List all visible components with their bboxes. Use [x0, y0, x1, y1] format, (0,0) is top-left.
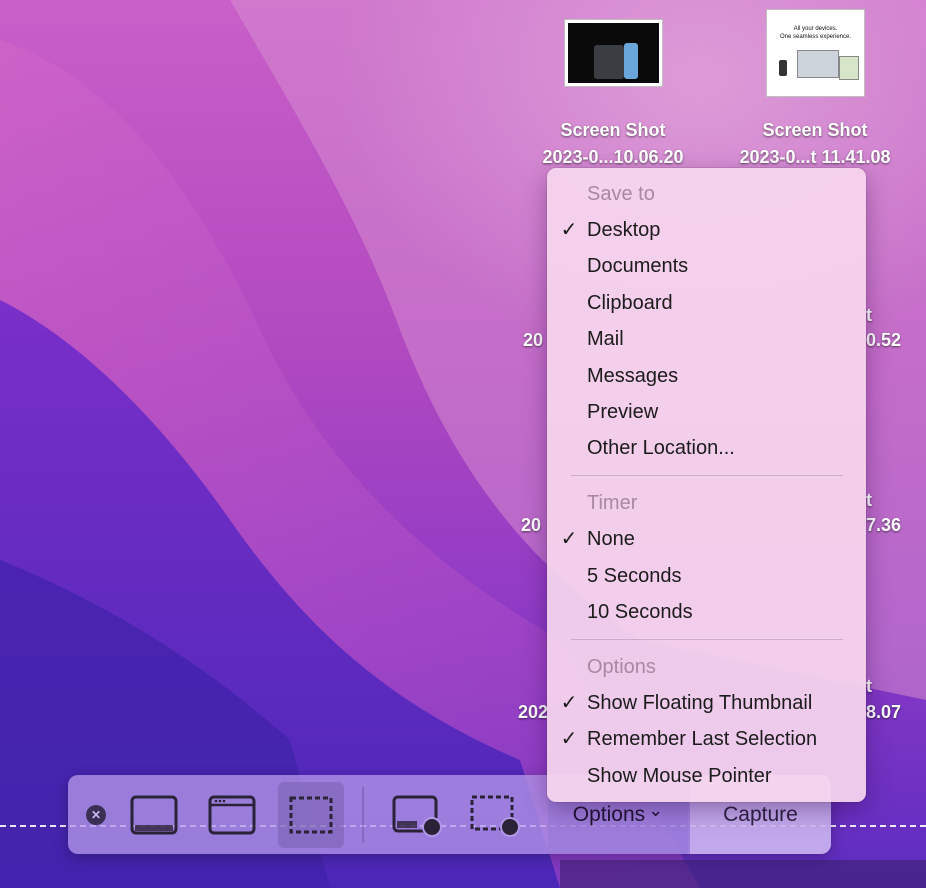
menu-item-timer-5-seconds[interactable]: 5 Seconds: [547, 559, 866, 593]
menu-section-header-options: Options: [587, 656, 656, 678]
menu-item-label: Mail: [587, 328, 624, 350]
window-icon: [208, 795, 256, 835]
file-name-line1: Screen Shot: [560, 120, 666, 140]
thumbnail-image-dark: [568, 23, 659, 83]
capture-selection-button[interactable]: [278, 782, 344, 848]
screenshot-thumbnail-1[interactable]: [564, 19, 663, 87]
menu-item-preview[interactable]: Preview: [547, 395, 866, 429]
capture-window-button[interactable]: [202, 787, 262, 843]
partial-file-label: t: [866, 676, 872, 696]
partial-file-label: 20: [521, 515, 542, 535]
entire-screen-icon: [130, 795, 178, 835]
phone-graphic-blue: [624, 43, 638, 79]
toolbar-divider: [362, 787, 364, 843]
record-entire-screen-button[interactable]: [386, 787, 450, 843]
menu-item-timer-none[interactable]: ✓ None: [547, 522, 866, 556]
menu-item-desktop[interactable]: ✓ Desktop: [547, 213, 866, 247]
menu-item-label: Desktop: [587, 219, 661, 241]
laptop-graphic: [797, 50, 839, 78]
phone-graphic: [594, 45, 624, 79]
phone-graphic-small: [779, 60, 787, 76]
menu-item-label: None: [587, 528, 635, 550]
checkmark-icon: ✓: [560, 692, 578, 714]
menu-item-documents[interactable]: Documents: [547, 249, 866, 283]
partial-file-label: t: [866, 305, 872, 325]
menu-item-show-floating-thumbnail[interactable]: ✓ Show Floating Thumbnail: [547, 686, 866, 720]
screenshot-file-1[interactable]: Screen Shot 2023-0...10.06.20: [514, 117, 712, 171]
capture-label: Capture: [723, 802, 798, 826]
menu-item-show-mouse-pointer[interactable]: Show Mouse Pointer: [547, 759, 866, 793]
menu-item-label: Messages: [587, 365, 679, 387]
record-selection-button[interactable]: [464, 787, 528, 843]
options-menu: Save to ✓ Desktop Documents Clipboard Ma…: [547, 168, 866, 802]
menu-separator: [571, 639, 843, 640]
menu-section-header-timer: Timer: [587, 492, 638, 514]
screenshot-file-2[interactable]: Screen Shot 2023-0...t 11.41.08: [716, 117, 914, 171]
file-name-line1: Screen Shot: [762, 120, 868, 140]
checkmark-icon: ✓: [560, 219, 578, 241]
file-name-line2: 2023-0...10.06.20: [542, 147, 684, 167]
menu-item-timer-10-seconds[interactable]: 10 Seconds: [547, 595, 866, 629]
thumbnail-heading: All your devices.: [793, 26, 838, 32]
menu-item-remember-last-selection[interactable]: ✓ Remember Last Selection: [547, 722, 866, 756]
checkmark-icon: ✓: [560, 728, 578, 750]
file-name-line2: 2023-0...t 11.41.08: [739, 147, 891, 167]
menu-separator: [571, 475, 843, 476]
partial-file-label: 7.36: [866, 515, 902, 535]
menu-item-label: Show Mouse Pointer: [587, 765, 772, 787]
partial-file-label: 8.07: [866, 702, 902, 722]
screenshot-thumbnail-2[interactable]: All your devices. One seamless experienc…: [766, 9, 865, 97]
partial-file-label: 202: [518, 702, 549, 722]
options-label: Options: [572, 802, 646, 826]
menu-item-messages[interactable]: Messages: [547, 359, 866, 393]
menu-item-label: Clipboard: [587, 292, 673, 314]
capture-entire-screen-button[interactable]: [124, 787, 184, 843]
tablet-graphic: [839, 56, 859, 80]
menu-item-label: Remember Last Selection: [587, 728, 818, 750]
menu-section-header-save-to: Save to: [587, 183, 655, 205]
menu-item-label: 5 Seconds: [587, 565, 682, 587]
checkmark-icon: ✓: [560, 528, 578, 550]
partial-file-label: 20: [523, 330, 544, 350]
partial-file-label: t: [866, 490, 872, 510]
menu-item-label: Preview: [587, 401, 659, 423]
menu-item-label: Show Floating Thumbnail: [587, 692, 813, 714]
selection-icon: [289, 796, 333, 834]
chevron-down-icon: ⌄: [648, 800, 664, 820]
menu-item-label: 10 Seconds: [587, 601, 693, 623]
partial-file-label: 0.52: [866, 330, 902, 350]
menu-item-clipboard[interactable]: Clipboard: [547, 286, 866, 320]
menu-item-other-location[interactable]: Other Location...: [547, 431, 866, 465]
menu-item-label: Other Location...: [587, 437, 735, 459]
close-button[interactable]: ✕: [84, 803, 108, 827]
close-icon: ✕: [86, 805, 106, 825]
record-selection-icon: [470, 795, 520, 837]
thumbnail-subheading: One seamless experience.: [779, 34, 852, 40]
record-screen-icon: [392, 795, 442, 837]
menu-item-label: Documents: [587, 255, 689, 277]
menu-item-mail[interactable]: Mail: [547, 322, 866, 356]
